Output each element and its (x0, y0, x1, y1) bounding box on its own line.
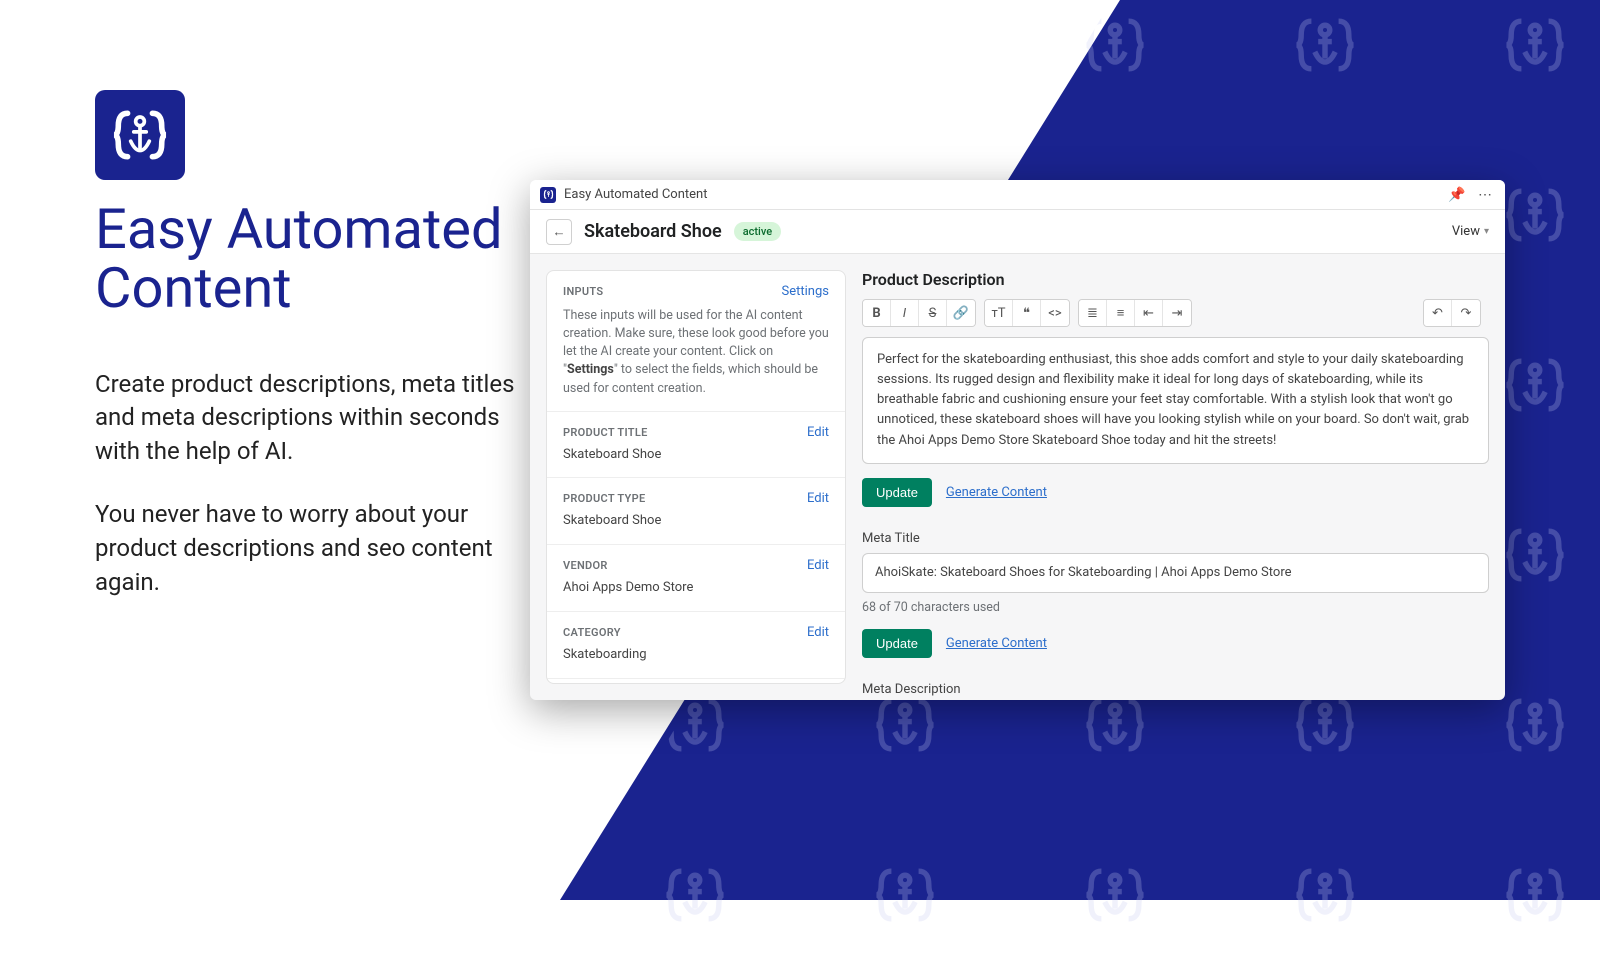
pattern-anchor-icon (800, 0, 1010, 130)
headline: Easy Automated Content (95, 200, 525, 318)
inputs-description: These inputs will be used for the AI con… (563, 307, 829, 398)
pattern-anchor-icon (1220, 0, 1430, 130)
ul-button[interactable]: ≣ (1079, 300, 1107, 326)
product-type-edit[interactable]: Edit (807, 491, 829, 506)
code-button[interactable]: <> (1041, 300, 1069, 326)
subheading-2: You never have to worry about your produ… (95, 498, 525, 599)
meta-description-label: Meta Description (862, 682, 1489, 697)
vendor-value: Ahoi Apps Demo Store (563, 579, 829, 598)
more-icon[interactable]: ⋯ (1475, 187, 1495, 203)
pattern-anchor-icon (380, 810, 590, 980)
category-value: Skateboarding (563, 646, 829, 665)
vendor-label: VENDOR (563, 559, 608, 572)
settings-link[interactable]: Settings (782, 284, 829, 299)
pattern-anchor-icon (0, 640, 170, 810)
content-panel: Product Description B I S 🔗 тT ❝ <> ≣ ≡ … (862, 270, 1489, 684)
category-label: CATEGORY (563, 626, 621, 639)
italic-button[interactable]: I (891, 300, 919, 326)
vendor-edit[interactable]: Edit (807, 558, 829, 573)
pattern-anchor-icon (170, 810, 380, 980)
generate-description-link[interactable]: Generate Content (946, 485, 1047, 500)
pattern-anchor-icon (800, 810, 1010, 980)
pattern-anchor-icon (170, 640, 380, 810)
indent-button[interactable]: ⇥ (1163, 300, 1191, 326)
description-editor[interactable]: Perfect for the skateboarding enthusiast… (862, 337, 1489, 464)
generate-meta-title-link[interactable]: Generate Content (946, 636, 1047, 651)
undo-button[interactable]: ↶ (1424, 300, 1452, 326)
page-header: ← Skateboard Shoe active View (530, 210, 1505, 254)
product-title-value: Skateboard Shoe (563, 446, 829, 465)
product-title-label: PRODUCT TITLE (563, 426, 648, 439)
meta-title-input[interactable]: AhoiSkate: Skateboard Shoes for Skateboa… (862, 553, 1489, 593)
inputs-heading: INPUTS (563, 285, 603, 298)
category-edit[interactable]: Edit (807, 625, 829, 640)
view-label: View (1452, 224, 1480, 239)
update-meta-title-button[interactable]: Update (862, 629, 932, 658)
app-logo (95, 90, 185, 180)
meta-title-char-count: 68 of 70 characters used (862, 600, 1489, 615)
pattern-anchor-icon (590, 0, 800, 130)
app-window: Easy Automated Content 📌 ⋯ ← Skateboard … (530, 180, 1505, 700)
product-type-label: PRODUCT TYPE (563, 492, 645, 505)
product-title-edit[interactable]: Edit (807, 425, 829, 440)
heading-button[interactable]: тT (985, 300, 1013, 326)
window-titlebar: Easy Automated Content 📌 ⋯ (530, 180, 1505, 210)
editor-toolbar: B I S 🔗 тT ❝ <> ≣ ≡ ⇤ ⇥ ↶ (862, 299, 1489, 327)
product-description-heading: Product Description (862, 270, 1489, 289)
titlebar-logo-icon (540, 187, 556, 203)
pattern-anchor-icon (1010, 810, 1220, 980)
pattern-anchor-icon (1010, 0, 1220, 130)
pin-icon[interactable]: 📌 (1447, 187, 1467, 203)
update-description-button[interactable]: Update (862, 478, 932, 507)
back-button[interactable]: ← (546, 219, 572, 245)
pattern-anchor-icon (1430, 810, 1600, 980)
inputs-card: INPUTS Settings These inputs will be use… (546, 270, 846, 684)
pattern-anchor-icon (590, 810, 800, 980)
meta-title-label: Meta Title (862, 531, 1489, 546)
redo-button[interactable]: ↷ (1452, 300, 1480, 326)
marketing-column: Easy Automated Content Create product de… (95, 90, 525, 599)
anchor-braces-icon (109, 104, 171, 166)
link-button[interactable]: 🔗 (947, 300, 975, 326)
bold-button[interactable]: B (863, 300, 891, 326)
outdent-button[interactable]: ⇤ (1135, 300, 1163, 326)
pattern-anchor-icon (0, 810, 170, 980)
view-dropdown[interactable]: View (1452, 224, 1489, 239)
strike-button[interactable]: S (919, 300, 947, 326)
subheading-1: Create product descriptions, meta titles… (95, 368, 525, 469)
page-title: Skateboard Shoe (584, 221, 722, 242)
window-title: Easy Automated Content (564, 187, 707, 202)
pattern-anchor-icon (1220, 810, 1430, 980)
status-badge: active (734, 222, 781, 241)
product-type-value: Skateboard Shoe (563, 512, 829, 531)
quote-button[interactable]: ❝ (1013, 300, 1041, 326)
inputs-desc-bold: Settings (567, 362, 614, 377)
pattern-anchor-icon (1430, 0, 1600, 130)
ol-button[interactable]: ≡ (1107, 300, 1135, 326)
